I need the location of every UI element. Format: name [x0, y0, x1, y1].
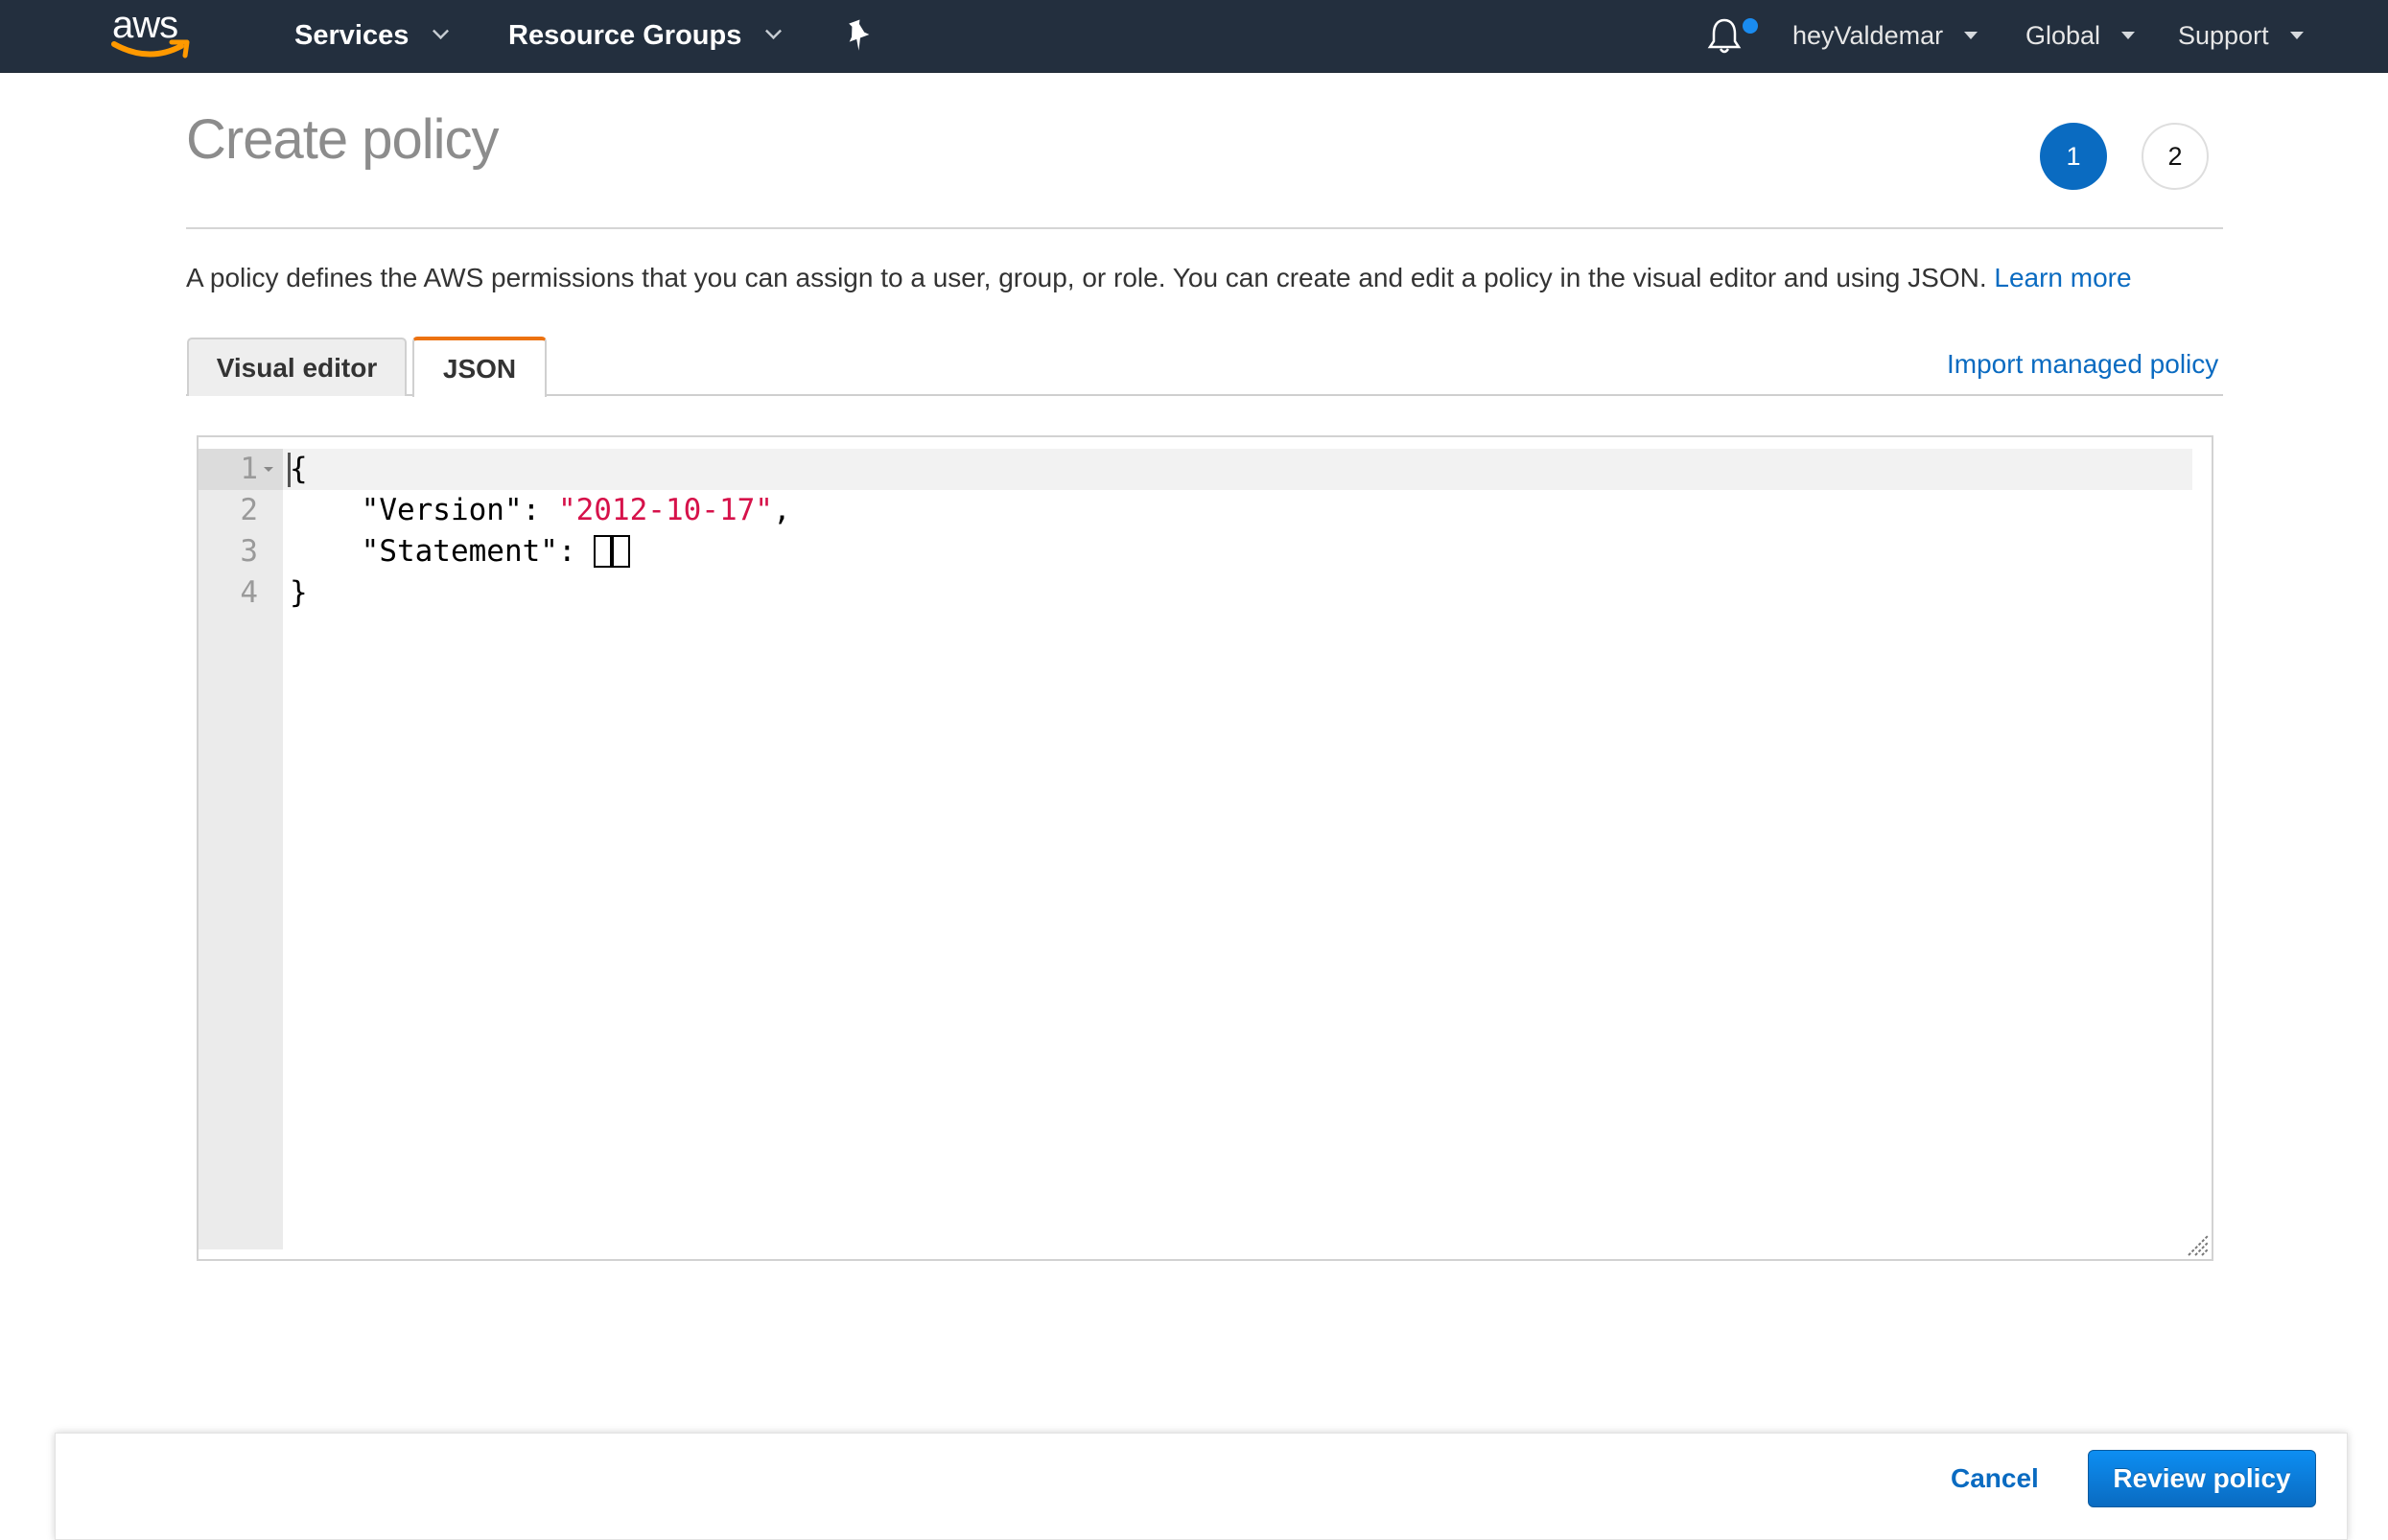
json-key: "Statement" [361, 534, 558, 569]
bracket-match-open [594, 534, 613, 568]
cancel-button[interactable]: Cancel [1951, 1450, 2039, 1507]
resize-handle-icon[interactable] [2185, 1232, 2210, 1257]
code-line: } [290, 572, 308, 614]
bracket-match-close [612, 534, 631, 568]
tab-json[interactable]: JSON [412, 337, 547, 397]
wizard-step-1: 1 [2040, 123, 2107, 190]
active-line-highlight [283, 449, 2192, 490]
account-label: heyValdemar [1792, 21, 1944, 50]
import-managed-policy-link[interactable]: Import managed policy [1947, 345, 2218, 384]
json-separator: : [557, 534, 595, 569]
pushpin-icon[interactable] [844, 19, 873, 52]
caret-down-icon [2289, 31, 2304, 39]
support-label: Support [2178, 21, 2269, 50]
region-menu[interactable]: Global [2025, 0, 2136, 72]
top-navigation-bar: aws Services Resource Groups heyValdemar… [0, 0, 2388, 73]
json-separator: : [522, 493, 558, 527]
services-label: Services [294, 20, 410, 51]
support-menu[interactable]: Support [2178, 0, 2304, 72]
learn-more-link[interactable]: Learn more [1994, 263, 2131, 292]
resource-groups-menu[interactable]: Resource Groups [508, 0, 783, 72]
line-number: 2 [240, 493, 258, 527]
caret-down-icon [2121, 31, 2136, 39]
caret-down-icon [1964, 31, 1978, 39]
tab-visual-editor[interactable]: Visual editor [187, 338, 407, 396]
code-line: "Version": "2012-10-17", [290, 490, 791, 531]
code-line: "Statement": [] [290, 531, 631, 572]
line-number: 1 [240, 452, 258, 486]
chevron-down-icon [433, 22, 450, 39]
json-string-value: "2012-10-17" [557, 493, 773, 527]
notification-dot [1743, 18, 1758, 34]
json-code-editor[interactable]: 1 2 3 4 { "Version": "2012-10-17", "Stat… [197, 435, 2213, 1261]
aws-smile-icon [111, 39, 190, 58]
resource-groups-label: Resource Groups [508, 20, 742, 51]
aws-logo[interactable]: aws [110, 4, 193, 61]
close-brace: } [290, 575, 308, 610]
policy-description: A policy defines the AWS permissions tha… [186, 263, 2132, 293]
account-menu[interactable]: heyValdemar [1792, 0, 1978, 72]
divider [186, 227, 2223, 229]
line-number: 4 [240, 575, 258, 610]
json-key: "Version" [361, 493, 523, 527]
fold-arrow-icon[interactable] [264, 467, 273, 472]
chevron-down-icon [765, 22, 783, 39]
code-line: { [290, 449, 308, 490]
json-comma: , [772, 493, 791, 527]
wizard-step-2: 2 [2142, 123, 2209, 190]
line-number: 3 [240, 534, 258, 569]
review-policy-button[interactable]: Review policy [2088, 1450, 2316, 1507]
description-text: A policy defines the AWS permissions tha… [186, 263, 1987, 292]
bell-icon[interactable] [1707, 16, 1742, 57]
region-label: Global [2025, 21, 2101, 50]
page-title: Create policy [186, 108, 499, 171]
open-brace: { [290, 452, 308, 486]
services-menu[interactable]: Services [294, 0, 450, 72]
